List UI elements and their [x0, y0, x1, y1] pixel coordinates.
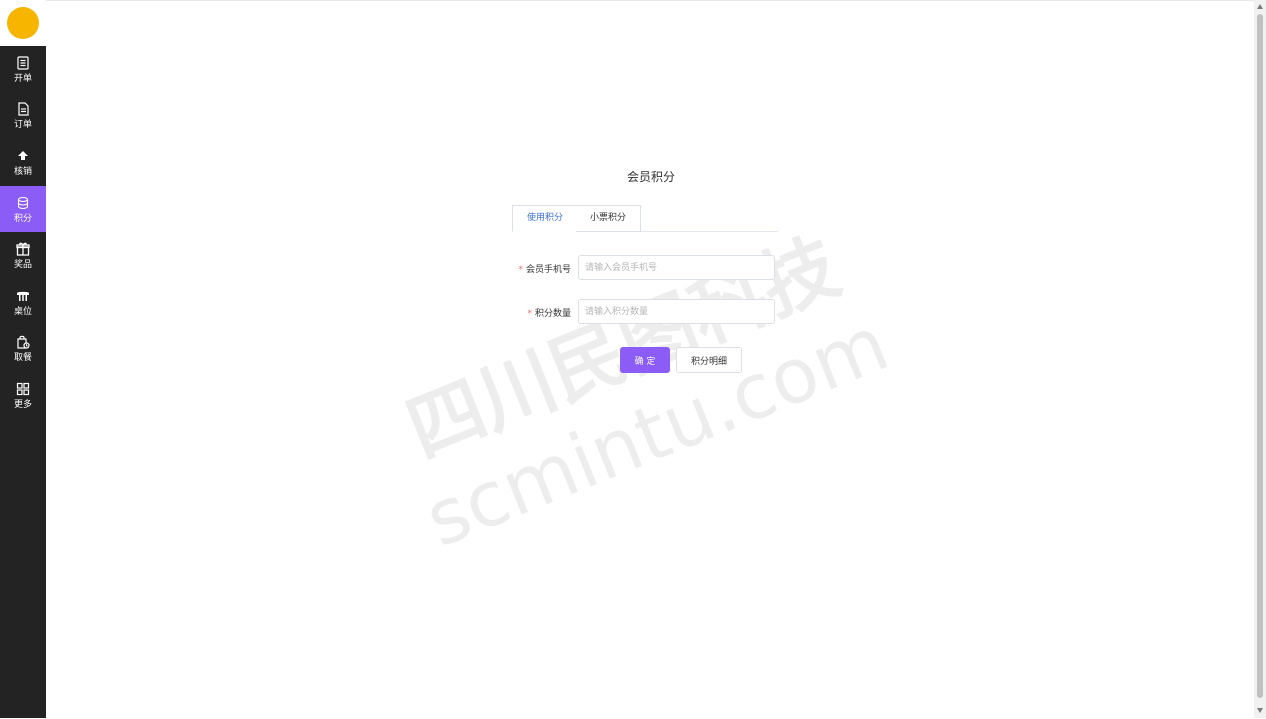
coins-icon [17, 196, 29, 210]
sidebar: 开单 订单 核销 积分 奖品 桌位 取餐 更多 [0, 0, 46, 718]
required-mark: * [527, 309, 532, 319]
required-mark: * [518, 265, 523, 275]
sidebar-item-prizes[interactable]: 奖品 [0, 232, 46, 278]
scroll-thumb[interactable] [1257, 14, 1263, 698]
sidebar-item-points[interactable]: 积分 [0, 186, 46, 232]
sidebar-item-label: 取餐 [13, 353, 32, 363]
sidebar-item-label: 更多 [13, 400, 32, 410]
phone-field-label: * 会员手机号 [500, 262, 571, 275]
ticket-icon [18, 151, 28, 160]
confirm-button[interactable]: 确 定 [620, 347, 670, 373]
sidebar-item-verify[interactable]: 核销 [0, 139, 46, 185]
sidebar-item-label: 核销 [13, 167, 32, 177]
bag-icon [17, 335, 30, 349]
sidebar-item-label: 积分 [13, 214, 32, 224]
table-icon [17, 291, 29, 301]
logo-area [0, 0, 46, 46]
points-detail-button[interactable]: 积分明细 [676, 347, 742, 373]
sidebar-item-open-order[interactable]: 开单 [0, 46, 46, 92]
document-icon [18, 102, 29, 116]
brand-logo [7, 7, 39, 39]
sidebar-item-label: 订单 [13, 120, 32, 130]
sidebar-item-orders[interactable]: 订单 [0, 92, 46, 138]
receipt-icon [17, 56, 29, 70]
scroll-down-arrow-icon[interactable] [1257, 708, 1263, 713]
grid-icon [16, 382, 30, 396]
sidebar-item-label: 奖品 [13, 260, 32, 270]
scroll-up-arrow-icon[interactable] [1257, 4, 1263, 9]
tab-use-points[interactable]: 使用积分 [512, 205, 578, 232]
tab-receipt-points[interactable]: 小票积分 [576, 205, 641, 232]
gift-icon [16, 242, 30, 256]
sidebar-item-label: 开单 [13, 74, 32, 84]
points-label-text: 积分数量 [534, 309, 571, 319]
sidebar-item-pickup[interactable]: 取餐 [0, 325, 46, 371]
sidebar-item-tables[interactable]: 桌位 [0, 279, 46, 325]
points-input[interactable] [578, 299, 775, 324]
vertical-scrollbar[interactable] [1254, 0, 1266, 718]
sidebar-item-more[interactable]: 更多 [0, 372, 46, 418]
page-title: 会员积分 [626, 170, 675, 184]
sidebar-item-label: 桌位 [13, 307, 32, 317]
phone-label-text: 会员手机号 [525, 265, 571, 275]
points-field-label: * 积分数量 [500, 306, 571, 319]
phone-input[interactable] [578, 255, 775, 280]
